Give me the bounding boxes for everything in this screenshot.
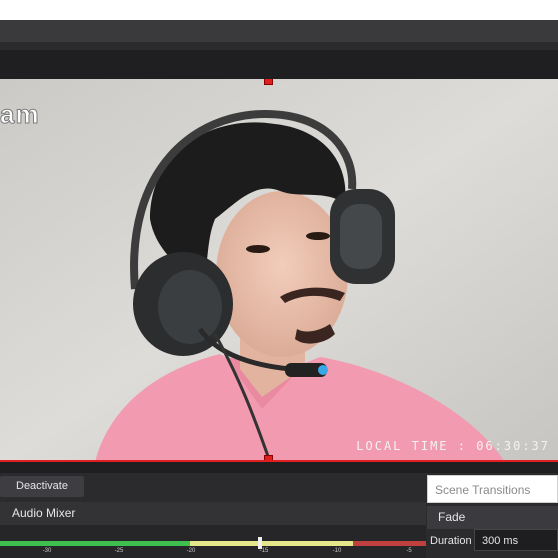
resize-handle-bottom[interactable]	[264, 455, 273, 462]
meter-tick: -5	[406, 548, 412, 554]
audio-mixer-title: Audio Mixer	[0, 502, 426, 525]
overlay-local-time: LOCAL TIME : 06:30:37	[356, 439, 550, 453]
deactivate-button[interactable]: Deactivate	[0, 476, 84, 497]
meter-tick: -10	[332, 548, 342, 554]
transition-select[interactable]: Fade	[427, 506, 558, 529]
duration-label: Duration	[430, 535, 472, 547]
meter-tick: -25	[114, 548, 124, 554]
duration-input[interactable]: 300 ms	[474, 529, 558, 551]
meter-tick: -15	[259, 548, 269, 554]
webcam-image	[0, 79, 558, 462]
volume-meter	[0, 541, 426, 546]
scene-transitions-title: Scene Transitions	[427, 475, 558, 503]
meter-green-segment	[0, 541, 190, 546]
title-bar	[0, 20, 558, 42]
resize-handle-top[interactable]	[264, 79, 273, 85]
toolbar-strip	[0, 42, 558, 50]
meter-red-segment	[353, 541, 426, 546]
meter-tick: -20	[186, 548, 196, 554]
source-video-frame[interactable]: am LOCAL TIME : 06:30:37	[0, 79, 558, 462]
meter-tick: -30	[42, 548, 52, 554]
meter-yellow-segment	[190, 541, 353, 546]
watermark-text: am	[0, 99, 40, 130]
